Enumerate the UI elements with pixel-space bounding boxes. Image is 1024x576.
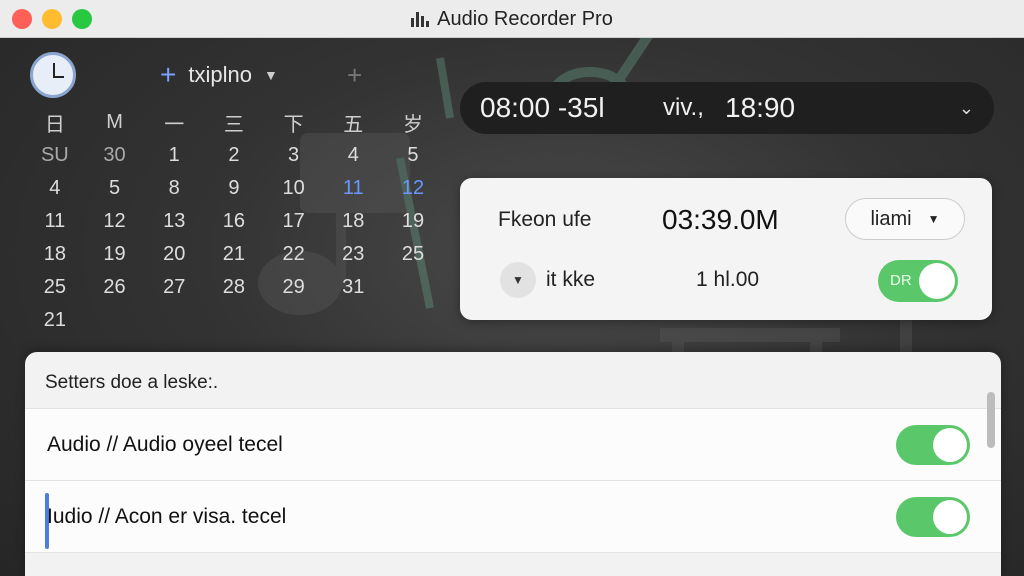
calendar-day: [204, 304, 264, 337]
calendar-day[interactable]: 4: [25, 172, 85, 205]
calendar-day[interactable]: 30: [85, 139, 145, 172]
time-range-selector[interactable]: 08:00 -35l viv., 18:90 ⌄: [460, 82, 994, 134]
window-title-group: Audio Recorder Pro: [0, 0, 1024, 38]
time-range-separator: viv.,: [663, 94, 704, 121]
weekday-label: 日: [44, 114, 65, 136]
calendar-day[interactable]: 21: [25, 304, 85, 337]
main-area: + txiplno ▼ + 日 M 一三下五岁 SU 30 1 2 3 4 5 4 5 8 9 10 11 12…: [0, 38, 1024, 576]
settings-row[interactable]: Audio // Audio oyeel tecel: [25, 408, 1001, 480]
toggle-knob: [933, 428, 967, 462]
calendar-day[interactable]: 28: [204, 271, 264, 304]
add-event-icon[interactable]: +: [160, 61, 176, 89]
calendar-grid: 日 M 一三下五岁 SU 30 1 2 3 4 5 4 5 8 9 10 11 12 11 12 13 16 17 18 19…: [25, 106, 443, 337]
weekday-label: 五: [343, 114, 364, 136]
calendar-day[interactable]: 4: [323, 139, 383, 172]
chevron-down-icon[interactable]: ⌄: [959, 98, 974, 119]
calendar-day[interactable]: 18: [25, 238, 85, 271]
calendar-day[interactable]: 9: [204, 172, 264, 205]
settings-toggle[interactable]: [896, 497, 970, 537]
calendar-day[interactable]: 25: [25, 271, 85, 304]
recording-row2-label: it kke: [546, 268, 596, 291]
toggle-label: DR: [890, 272, 912, 289]
dropdown-value: liami: [870, 207, 912, 230]
calendar-day[interactable]: 20: [144, 238, 204, 271]
settings-row-label: Audio // Audio oyeel tecel: [47, 433, 283, 456]
weekday-label: 岁: [402, 114, 423, 136]
calendar-view-label: txiplno: [188, 62, 252, 87]
calendar-day[interactable]: 5: [85, 172, 145, 205]
calendar-day[interactable]: 19: [85, 238, 145, 271]
calendar-day[interactable]: 3: [264, 139, 324, 172]
calendar-day[interactable]: 17: [264, 205, 324, 238]
calendar-day[interactable]: 13: [144, 205, 204, 238]
calendar-day: [85, 304, 145, 337]
title-bar: Audio Recorder Pro: [0, 0, 1024, 38]
settings-row-partial: [25, 552, 1001, 576]
calendar-day[interactable]: 12: [85, 205, 145, 238]
calendar-day[interactable]: 10: [264, 172, 324, 205]
calendar-day[interactable]: 16: [204, 205, 264, 238]
toggle-knob: [919, 263, 955, 299]
calendar-day: [383, 304, 443, 337]
calendar-day: [264, 304, 324, 337]
calendar-day[interactable]: 19: [383, 205, 443, 238]
settings-panel: Setters doe a leske:. Audio // Audio oye…: [25, 352, 1001, 576]
calendar-day[interactable]: 25: [383, 238, 443, 271]
calendar-day[interactable]: 29: [264, 271, 324, 304]
weekday-label: 下: [283, 114, 304, 136]
recording-toggle[interactable]: DR: [878, 260, 958, 302]
chevron-down-icon: ▼: [927, 212, 940, 226]
calendar-view-selector[interactable]: + txiplno ▼: [160, 61, 278, 89]
calendar-day[interactable]: 22: [264, 238, 324, 271]
chevron-down-icon: ▼: [263, 67, 278, 83]
expand-chevron-icon[interactable]: ▼: [500, 262, 536, 298]
recording-time: 03:39.0M: [662, 204, 779, 235]
recording-row2-value: 1 hl.00: [696, 268, 760, 291]
calendar-day[interactable]: 2: [204, 139, 264, 172]
recording-dropdown[interactable]: liami ▼: [845, 198, 965, 240]
calendar-day[interactable]: 11: [25, 205, 85, 238]
calendar-day[interactable]: 1: [144, 139, 204, 172]
calendar-day[interactable]: 26: [85, 271, 145, 304]
time-range-end: 18:90: [725, 92, 796, 123]
toggle-knob: [933, 500, 967, 534]
calendar-day: [323, 304, 383, 337]
bar-chart-icon: [411, 11, 430, 27]
calendar-day[interactable]: 31: [323, 271, 383, 304]
calendar-day: [144, 304, 204, 337]
calendar-day[interactable]: 11: [323, 172, 383, 205]
calendar-day[interactable]: 5: [383, 139, 443, 172]
calendar-day[interactable]: 8: [144, 172, 204, 205]
settings-row[interactable]: Iudio // Acon er visa. tecel: [25, 480, 1001, 552]
time-range-start: 08:00 -35l: [480, 92, 605, 123]
calendar-day[interactable]: 18: [323, 205, 383, 238]
settings-row-label: Iudio // Acon er visa. tecel: [47, 505, 287, 528]
weekday-label: M: [106, 111, 123, 133]
calendar-day[interactable]: SU: [25, 139, 85, 172]
calendar-day[interactable]: 21: [204, 238, 264, 271]
calendar-day: [383, 271, 443, 304]
add-icon[interactable]: +: [347, 60, 362, 91]
recording-card: Fkeon ufe 03:39.0M liami ▼ ▼ it kke 1 hl…: [460, 178, 992, 320]
weekday-label: 三: [223, 114, 244, 136]
calendar-day[interactable]: 23: [323, 238, 383, 271]
weekday-label: 一: [164, 114, 185, 136]
clock-icon[interactable]: [30, 52, 76, 98]
settings-header: Setters doe a leske:.: [45, 372, 219, 393]
recording-label: Fkeon ufe: [498, 208, 592, 231]
calendar-day[interactable]: 12: [383, 172, 443, 205]
calendar-day[interactable]: 27: [144, 271, 204, 304]
settings-toggle[interactable]: [896, 425, 970, 465]
settings-scrollbar[interactable]: [987, 392, 995, 448]
window-title: Audio Recorder Pro: [437, 7, 613, 30]
